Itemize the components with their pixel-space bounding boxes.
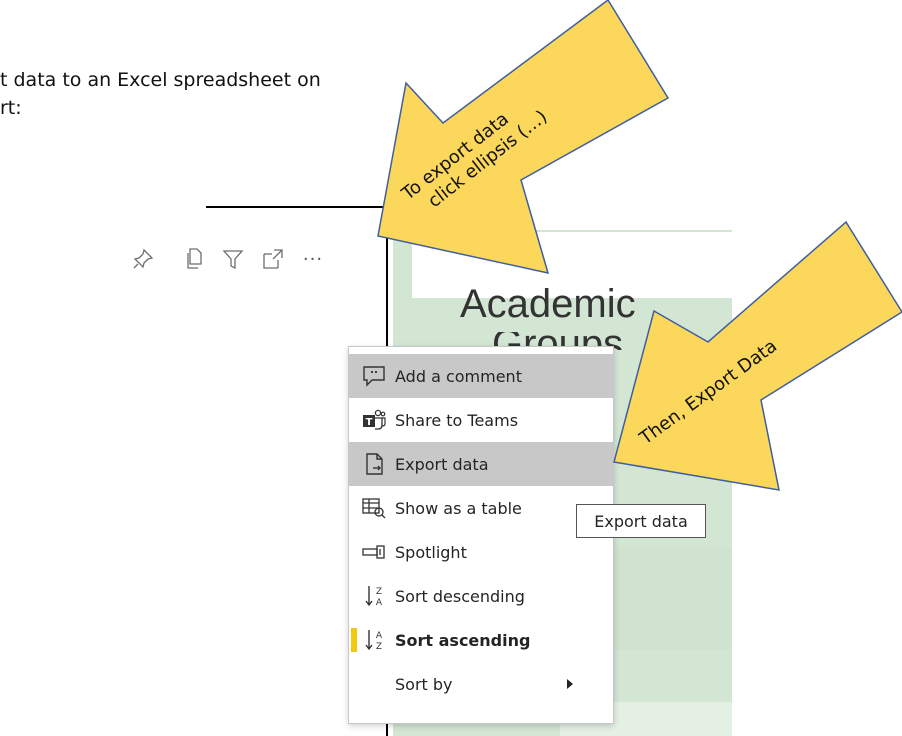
callout-arrows: [377, 0, 902, 491]
